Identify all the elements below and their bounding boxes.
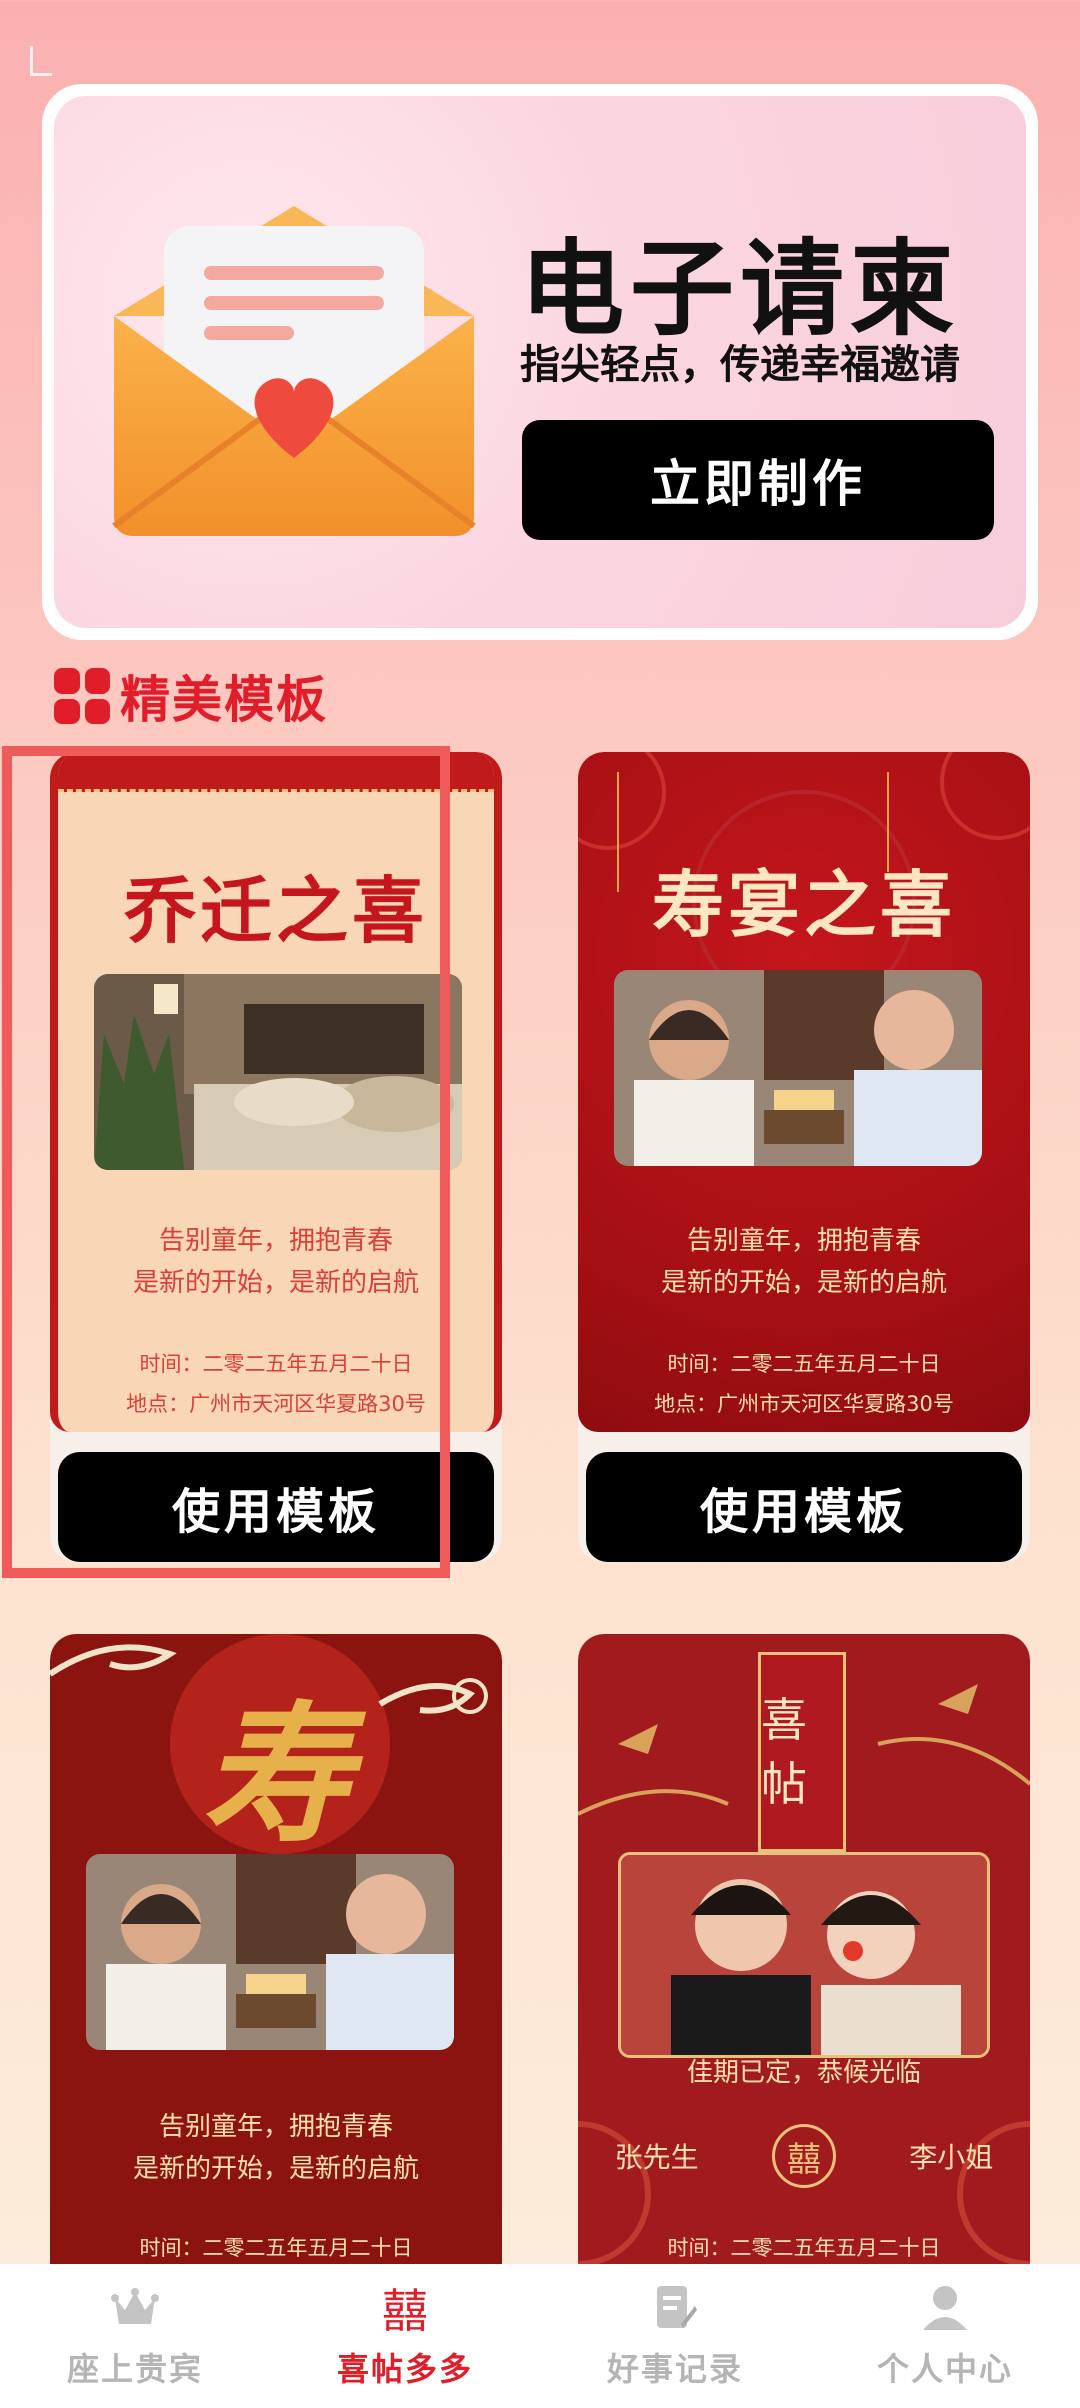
poster-title: 寿宴之喜	[651, 862, 956, 947]
poster-line-2: 是新的开始，是新的启航	[132, 2154, 419, 2184]
tab-label: 个人中心	[876, 2350, 1013, 2388]
section-heading: 精美模板	[54, 664, 328, 729]
elderly-couple-image	[86, 1854, 454, 2050]
grid-icon	[54, 668, 110, 724]
couple-image	[621, 1855, 987, 2055]
tab-invitations[interactable]: 囍 喜帖多多	[295, 2282, 515, 2390]
couple-names: 张先生 囍 李小姐	[578, 2124, 1030, 2188]
tab-good-records[interactable]: 好事记录	[565, 2282, 785, 2390]
template-poster[interactable]: 寿宴之喜 告别童年，拥抱青春 是新的开始，是新的启航 时间：二零二五年五月二十日…	[578, 752, 1030, 1432]
use-template-button[interactable]: 使用模板	[586, 1452, 1022, 1562]
invitation-banner[interactable]: 电子请柬 指尖轻点，传递幸福邀请 立即制作	[42, 84, 1038, 640]
note-edit-icon	[649, 2282, 701, 2334]
wedding-greeting: 佳期已定，恭候光临	[686, 2058, 921, 2088]
poster-time: 时间：二零二五年五月二十日	[667, 1352, 941, 1376]
poster-line-1: 告别童年，拥抱青春	[158, 2112, 393, 2142]
banner-background: 电子请柬 指尖轻点，传递幸福邀请 立即制作	[54, 96, 1026, 628]
elderly-couple-photo	[86, 1854, 454, 2050]
template-card-birthday-banquet[interactable]: 寿宴之喜 告别童年，拥抱青春 是新的开始，是新的启航 时间：二零二五年五月二十日…	[578, 752, 1030, 1562]
user-icon	[919, 2282, 971, 2334]
elderly-couple-image	[614, 970, 982, 1166]
selection-highlight	[2, 746, 450, 1578]
tab-label: 好事记录	[606, 2350, 743, 2388]
xitie-seal: 喜帖	[758, 1652, 846, 1852]
poster-place: 地点：广州市天河区华夏路30号	[654, 1392, 954, 1416]
seal-text: 喜帖	[761, 1693, 807, 1811]
bottom-tabbar: 座上贵宾 囍 喜帖多多 好事记录 个人中心	[0, 2264, 1080, 2408]
make-now-button[interactable]: 立即制作	[522, 420, 994, 540]
poster-title: 寿	[200, 1687, 351, 1863]
couple-photo	[618, 1852, 990, 2058]
section-title: 精美模板	[120, 671, 328, 729]
bride-name: 李小姐	[909, 2141, 994, 2174]
elderly-couple-photo	[614, 970, 982, 1166]
envelope-icon	[112, 206, 476, 536]
status-corner-mark	[30, 46, 52, 76]
poster-line-2: 是新的开始，是新的启航	[660, 1268, 947, 1298]
banner-subtitle: 指尖轻点，传递幸福邀请	[520, 342, 960, 388]
tab-label: 喜帖多多	[336, 2350, 473, 2388]
groom-name: 张先生	[614, 2141, 699, 2174]
tab-profile[interactable]: 个人中心	[835, 2282, 1055, 2390]
double-happiness-icon: 囍	[382, 2284, 428, 2338]
tab-label: 座上贵宾	[66, 2350, 203, 2388]
crown-icon	[109, 2282, 161, 2334]
poster-time: 时间：二零二五年五月二十日	[139, 2236, 413, 2260]
poster-time: 时间：二零二五年五月二十日	[667, 2236, 941, 2260]
double-happiness-emblem: 囍	[771, 2124, 836, 2188]
poster-line-1: 告别童年，拥抱青春	[686, 1226, 921, 1256]
tab-vip-guests[interactable]: 座上贵宾	[25, 2282, 245, 2390]
